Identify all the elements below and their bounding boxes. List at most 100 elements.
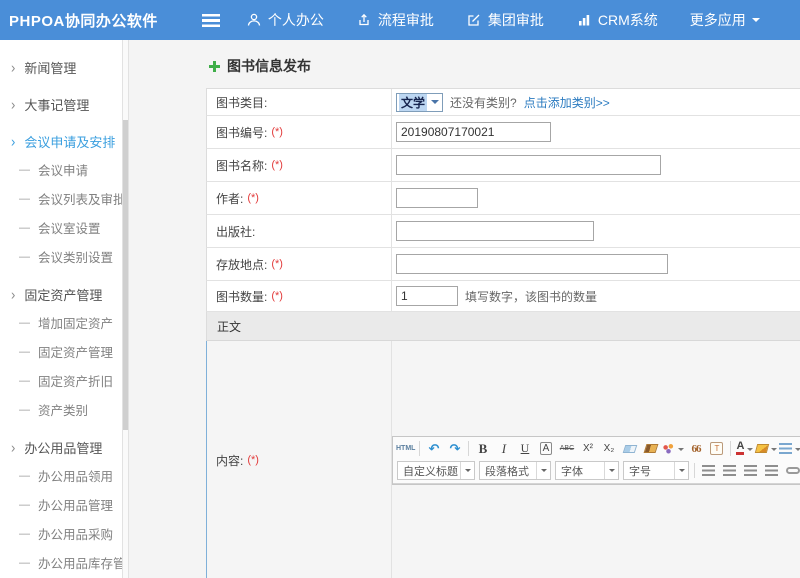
align-justify-button[interactable] <box>762 461 781 480</box>
italic-button[interactable]: I <box>494 439 513 458</box>
toolbar-separator <box>730 441 731 456</box>
select-label: 字号 <box>629 463 651 479</box>
topnav-item-more-apps[interactable]: 更多应用 <box>690 10 760 30</box>
sidebar-item-label: 会议申请及安排 <box>24 132 115 151</box>
sidebar-item-assets[interactable]: ›固定资产管理 <box>0 281 122 308</box>
hamburger-menu-icon[interactable] <box>202 14 220 27</box>
topnav-item-workflow-approval[interactable]: 流程审批 <box>356 10 434 30</box>
align-right-button[interactable] <box>741 461 760 480</box>
form-row-content: 内容:(*) HTML ↶ ↷ B I U A <box>206 341 800 578</box>
location-input[interactable] <box>396 254 668 274</box>
app-logo: PHPOA协同办公软件 <box>9 10 158 31</box>
sidebar-item-meeting[interactable]: ›会议申请及安排 <box>0 128 122 155</box>
sidebar-item-news[interactable]: ›新闻管理 <box>0 54 122 81</box>
undo-icon: ↶ <box>429 441 440 457</box>
format-brush-button[interactable] <box>662 439 684 458</box>
blockquote-button[interactable]: 66 <box>686 439 705 458</box>
superscript-icon: X² <box>583 443 593 454</box>
sidebar-item-meeting-list[interactable]: —会议列表及审批 <box>0 184 122 213</box>
author-input[interactable] <box>396 188 478 208</box>
rich-text-editor: HTML ↶ ↷ B I U A ABC X² X₂ <box>392 436 800 485</box>
custom-title-select[interactable]: 自定义标题 <box>397 461 475 480</box>
strikethrough-icon: ABC <box>560 445 574 452</box>
link-icon <box>786 467 800 474</box>
remove-format-button[interactable] <box>620 439 639 458</box>
sidebar-item-supplies-manage[interactable]: —办公用品管理 <box>0 490 122 519</box>
required-mark: (*) <box>271 290 283 302</box>
highlight-color-button[interactable] <box>756 439 777 458</box>
form-row-category: 图书类目: 文学 还没有类别? 点击添加类别>> <box>206 89 800 116</box>
strikethrough-button[interactable]: ABC <box>557 439 576 458</box>
bold-button[interactable]: B <box>473 439 492 458</box>
location-label: 存放地点: <box>216 256 267 273</box>
quantity-hint: 填写数字，该图书的数量 <box>465 288 597 305</box>
author-label: 作者: <box>216 190 243 207</box>
paste-text-button[interactable]: T <box>707 439 726 458</box>
sidebar-scrollbar-thumb[interactable] <box>123 120 128 430</box>
topnav: 个人办公 流程审批 集团审批 CRM系统 更多应用 <box>246 10 792 30</box>
category-select[interactable]: 文学 <box>396 93 443 112</box>
select-label: 字体 <box>561 463 583 479</box>
editor-toolbar-row1: HTML ↶ ↷ B I U A ABC X² X₂ <box>395 438 800 460</box>
topnav-item-crm-system[interactable]: CRM系统 <box>576 10 658 30</box>
sidebar-item-memorabilia[interactable]: ›大事记管理 <box>0 91 122 118</box>
superscript-button[interactable]: X² <box>578 439 597 458</box>
sidebar-item-label: 会议列表及审批 <box>38 189 122 208</box>
sidebar-item-asset-manage[interactable]: —固定资产管理 <box>0 337 122 366</box>
sidebar-item-meeting-category[interactable]: —会议类别设置 <box>0 242 122 271</box>
topnav-item-personal-office[interactable]: 个人办公 <box>246 10 324 30</box>
sidebar-item-label: 会议室设置 <box>38 218 101 237</box>
palette-icon <box>662 443 675 454</box>
sidebar-item-supplies[interactable]: › 办公用品管理 <box>0 434 122 461</box>
sidebar-item-asset-depreciation[interactable]: —固定资产折旧 <box>0 366 122 395</box>
ordered-list-button[interactable] <box>779 439 800 458</box>
font-border-button[interactable]: A <box>536 439 555 458</box>
sidebar-item-label: 固定资产管理 <box>38 342 113 361</box>
font-size-select[interactable]: 字号 <box>623 461 689 480</box>
quantity-label: 图书数量: <box>216 288 267 305</box>
sidebar-item-label: 办公用品管理 <box>24 438 102 457</box>
ordered-list-icon <box>779 443 792 454</box>
html-source-button[interactable]: HTML <box>396 439 415 458</box>
publisher-input[interactable] <box>396 221 594 241</box>
broom-icon <box>643 444 658 453</box>
quantity-input[interactable] <box>396 286 458 306</box>
topnav-label: CRM系统 <box>598 10 658 30</box>
book-code-input[interactable] <box>396 122 551 142</box>
dash-icon: — <box>19 317 30 329</box>
subscript-button[interactable]: X₂ <box>599 439 618 458</box>
sidebar-item-meeting-room[interactable]: —会议室设置 <box>0 213 122 242</box>
required-mark: (*) <box>247 454 259 466</box>
sidebar-item-supplies-claim[interactable]: —办公用品领用 <box>0 461 122 490</box>
align-center-button[interactable] <box>720 461 739 480</box>
add-category-link[interactable]: 点击添加类别>> <box>524 94 610 111</box>
insert-link-button[interactable] <box>783 461 800 480</box>
caret-down-icon <box>674 462 688 479</box>
align-left-button[interactable] <box>699 461 718 480</box>
page-title: 图书信息发布 <box>227 56 311 76</box>
topnav-item-group-approval[interactable]: 集团审批 <box>466 10 544 30</box>
book-name-input[interactable] <box>396 155 661 175</box>
undo-button[interactable]: ↶ <box>424 439 443 458</box>
sidebar-item-meeting-apply[interactable]: —会议申请 <box>0 155 122 184</box>
sidebar-item-supplies-purchase[interactable]: —办公用品采购 <box>0 519 122 548</box>
sidebar-item-asset-add[interactable]: —增加固定资产 <box>0 308 122 337</box>
select-label: 段落格式 <box>485 463 529 479</box>
redo-button[interactable]: ↷ <box>445 439 464 458</box>
book-form: 图书类目: 文学 还没有类别? 点击添加类别>> 图书编号:(*) 图书名称:(… <box>206 88 800 578</box>
paragraph-format-select[interactable]: 段落格式 <box>479 461 551 480</box>
caret-down-icon <box>460 462 474 479</box>
chevron-right-icon: › <box>11 439 15 456</box>
underline-button[interactable]: U <box>515 439 534 458</box>
sidebar-item-asset-category[interactable]: —资产类别 <box>0 395 122 424</box>
sidebar-item-supplies-stock[interactable]: —办公用品库存管理 <box>0 548 122 577</box>
category-selected-value: 文学 <box>399 94 427 111</box>
chevron-right-icon: › <box>11 286 15 303</box>
clear-doc-button[interactable] <box>641 439 660 458</box>
dash-icon: — <box>19 404 30 416</box>
sidebar-scrollbar[interactable] <box>122 40 129 578</box>
dash-icon: — <box>19 164 30 176</box>
caret-down-icon <box>752 18 760 26</box>
font-color-button[interactable]: A <box>735 439 754 458</box>
font-family-select[interactable]: 字体 <box>555 461 619 480</box>
